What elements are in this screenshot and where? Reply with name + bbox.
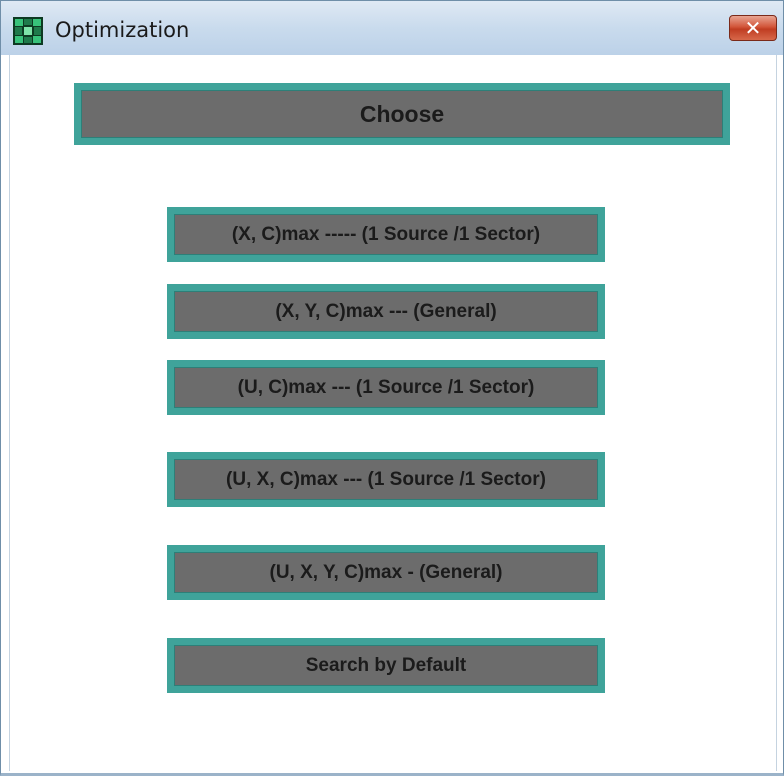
option-uxyc-max-button[interactable]: (U, X, Y, C)max - (General) bbox=[167, 545, 605, 600]
app-grid-icon bbox=[13, 17, 43, 45]
option-label: Search by Default bbox=[305, 654, 467, 676]
option-label: (U, X, C)max --- (1 Source /1 Sector) bbox=[226, 468, 546, 490]
option-uxc-max-button[interactable]: (U, X, C)max --- (1 Source /1 Sector) bbox=[167, 452, 605, 507]
optimization-window: Optimization ✕ Choose (X, C)max ----- (1… bbox=[0, 0, 784, 776]
title-bar[interactable]: Optimization ✕ bbox=[1, 1, 783, 55]
search-by-default-button[interactable]: Search by Default bbox=[167, 638, 605, 693]
option-xc-max-button[interactable]: (X, C)max ----- (1 Source /1 Sector) bbox=[167, 207, 605, 262]
option-label: (X, C)max ----- (1 Source /1 Sector) bbox=[231, 223, 541, 245]
choose-button[interactable]: Choose bbox=[74, 83, 730, 145]
option-label: (U, X, Y, C)max - (General) bbox=[269, 561, 503, 583]
option-xyc-max-button[interactable]: (X, Y, C)max --- (General) bbox=[167, 284, 605, 339]
option-label: (X, Y, C)max --- (General) bbox=[275, 300, 497, 322]
close-icon: ✕ bbox=[744, 16, 762, 40]
option-uc-max-button[interactable]: (U, C)max --- (1 Source /1 Sector) bbox=[167, 360, 605, 415]
choose-button-label: Choose bbox=[359, 100, 445, 127]
close-button[interactable]: ✕ bbox=[729, 15, 777, 41]
window-title: Optimization bbox=[55, 18, 190, 42]
option-label: (U, C)max --- (1 Source /1 Sector) bbox=[237, 376, 535, 398]
